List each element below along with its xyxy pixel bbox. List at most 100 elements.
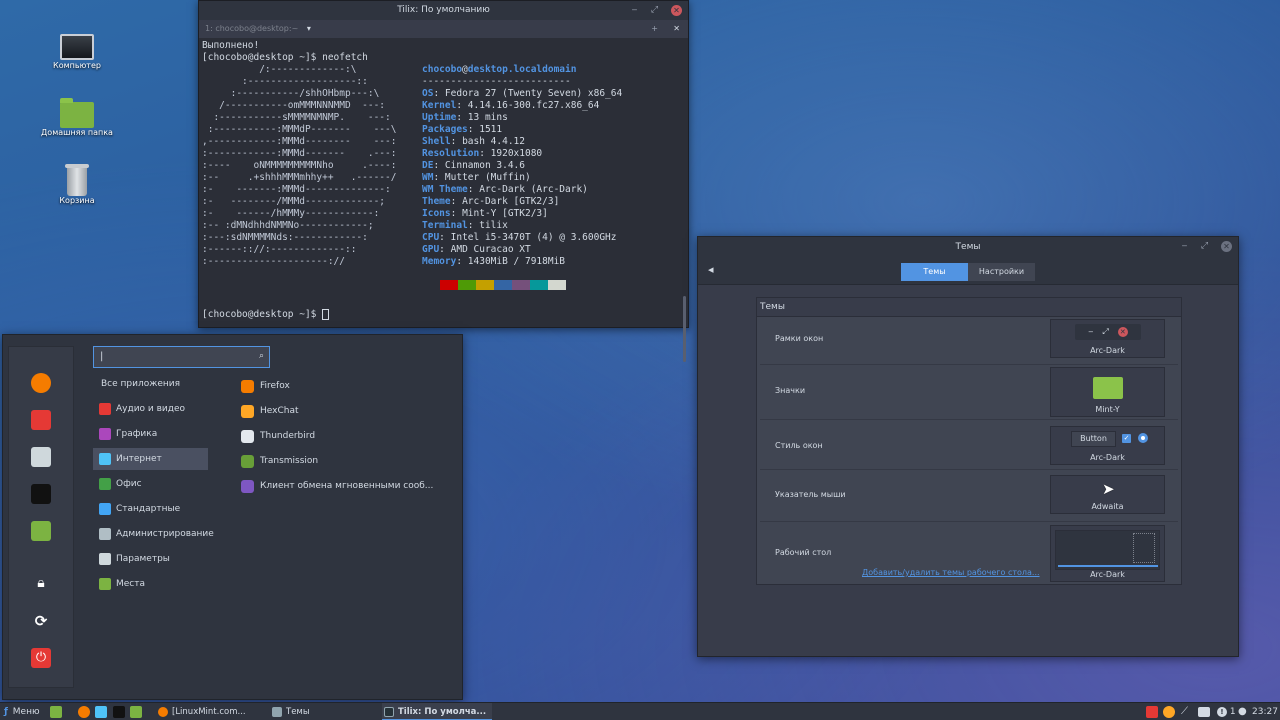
maximize-icon[interactable]: ⤢	[1199, 241, 1210, 252]
settings-icon[interactable]	[31, 447, 51, 467]
desktop-icon-trash[interactable]: Корзина	[32, 164, 122, 205]
add-remove-desktop-themes-link[interactable]: Добавить/удалить темы рабочего стола...	[862, 568, 1040, 577]
terminal-window[interactable]: Tilix: По умолчанию ‒ ⤢ ✕ 1: chocobo@des…	[198, 0, 689, 362]
category-icon	[99, 503, 111, 515]
menu-category[interactable]: Администрирование	[93, 523, 214, 545]
terminal-icon	[384, 707, 394, 717]
logout-icon[interactable]: ⟳	[31, 611, 51, 631]
firefox-icon[interactable]	[31, 373, 51, 393]
icons-chooser[interactable]: Mint-Y	[1050, 367, 1165, 417]
neofetch-info-line: Memory: 1430MiB / 7918MiB	[422, 256, 566, 267]
close-icon[interactable]: ✕	[671, 5, 682, 16]
task-tilix[interactable]: Tilix: По умолча...	[382, 703, 492, 720]
add-tab-icon[interactable]: +	[651, 20, 658, 38]
neofetch-info-line: GPU: AMD Curacao XT	[422, 244, 531, 255]
app-icon	[241, 380, 254, 393]
cursor-chooser[interactable]: ➤ Adwaita	[1050, 475, 1165, 514]
keyboard-icon[interactable]	[1198, 707, 1210, 717]
power-icon[interactable]: ⏻	[31, 648, 51, 668]
clock[interactable]: 23:27	[1252, 703, 1278, 720]
desktop-theme-chooser[interactable]: Arc-Dark	[1050, 525, 1165, 582]
color-swatch	[548, 280, 566, 290]
terminal-output[interactable]: Выполнено! [chocobo@desktop ~]$ neofetch…	[199, 38, 688, 362]
terminal-icon[interactable]	[31, 484, 51, 504]
application-menu[interactable]: 🔒︎ ⟳ ⏻ | ⌕ Все приложения Аудио и видео Гр…	[2, 334, 463, 700]
row-window-borders: Рамки окон ‒ ⤢ ✕ Arc-Dark	[760, 317, 1178, 365]
menu-app-item[interactable]: Thunderbird	[241, 425, 315, 447]
menu-category[interactable]: Все приложения	[93, 373, 208, 395]
menu-category[interactable]: Аудио и видео	[93, 398, 208, 420]
menu-search-input[interactable]: | ⌕	[93, 346, 270, 368]
menu-button[interactable]: ƒ Меню	[4, 703, 40, 720]
minimize-icon[interactable]: ‒	[1179, 241, 1190, 252]
neofetch-info-line: DE: Cinnamon 3.4.6	[422, 160, 525, 171]
app-icon	[241, 455, 254, 468]
terminal-title: Tilix: По умолчанию	[397, 5, 490, 15]
tray-app-icon[interactable]	[1163, 706, 1175, 718]
themes-title: Темы	[955, 242, 981, 252]
logo-line: :-- :dMNdhhdNMMNo------------;	[202, 220, 374, 231]
network-icon[interactable]: ⟋	[1181, 703, 1188, 720]
terminal-launcher-icon[interactable]	[113, 706, 125, 718]
menu-app-item[interactable]: HexChat	[241, 400, 299, 422]
maximize-icon: ⤢	[1102, 327, 1109, 336]
back-arrow-icon[interactable]: ◂	[708, 263, 714, 276]
color-swatch	[422, 280, 440, 290]
firefox-launcher-icon[interactable]	[78, 706, 90, 718]
terminal-tabbar[interactable]: 1: chocobo@desktop:~ ▾ + ✕	[199, 20, 688, 38]
menu-category[interactable]: Интернет	[93, 448, 208, 470]
window-borders-chooser[interactable]: ‒ ⤢ ✕ Arc-Dark	[1050, 319, 1165, 358]
close-tab-icon[interactable]: ✕	[673, 20, 680, 38]
menu-category[interactable]: Места	[93, 573, 208, 595]
show-desktop-icon[interactable]	[50, 706, 62, 718]
user-icon[interactable]: ●	[1238, 703, 1247, 720]
themes-app-icon	[272, 707, 282, 717]
menu-category[interactable]: Офис	[93, 473, 208, 495]
minimize-icon: ‒	[1088, 327, 1094, 336]
maximize-icon[interactable]: ⤢	[649, 5, 660, 16]
menu-app-item[interactable]: Transmission	[241, 450, 318, 472]
color-swatches	[422, 280, 622, 290]
terminal-titlebar[interactable]: Tilix: По умолчанию ‒ ⤢ ✕	[199, 1, 688, 20]
menu-category[interactable]: Графика	[93, 423, 208, 445]
software-manager-icon[interactable]	[31, 410, 51, 430]
logo-line: ,------------:MMMd-------- ---:	[202, 136, 397, 147]
menu-app-item[interactable]: Клиент обмена мгновенными сооб...	[241, 475, 433, 497]
logo-line: :-- .+shhhMMMmhhy++ .------/	[202, 172, 397, 183]
logo-line: :-------------------::	[202, 76, 368, 87]
files-icon[interactable]	[31, 521, 51, 541]
terminal-tab-label[interactable]: 1: chocobo@desktop:~	[205, 24, 298, 33]
minimize-icon[interactable]: ‒	[629, 5, 640, 16]
themes-titlebar[interactable]: Темы ‒ ⤢ ✕	[698, 237, 1238, 257]
terminal-prompt[interactable]: [chocobo@desktop ~]$	[202, 309, 330, 321]
menu-category[interactable]: Стандартные	[93, 498, 208, 520]
chevron-down-icon[interactable]: ▾	[307, 24, 311, 33]
neofetch-info-line: Uptime: 13 mins	[422, 112, 508, 123]
task-themes[interactable]: Темы	[270, 703, 376, 720]
logo-line: :---:sdNMMMMNds:------------:	[202, 232, 368, 243]
task-firefox[interactable]: [LinuxMint.com...	[156, 703, 262, 720]
desktop-icon-home[interactable]: Домашняя папка	[32, 98, 122, 137]
tab-themes[interactable]: Темы	[901, 263, 968, 281]
thunderbird-launcher-icon[interactable]	[95, 706, 107, 718]
controls-chooser[interactable]: Button ✓ Arc-Dark	[1050, 426, 1165, 465]
category-icon	[99, 428, 111, 440]
desktop-icon-computer[interactable]: Компьютер	[32, 32, 122, 70]
lock-icon[interactable]: 🔒︎	[31, 573, 51, 593]
menu-app-item[interactable]: Firefox	[241, 375, 290, 397]
menu-category[interactable]: Параметры	[93, 548, 208, 570]
category-icon	[99, 453, 111, 465]
close-icon[interactable]: ✕	[1221, 241, 1232, 252]
themes-window[interactable]: Темы ‒ ⤢ ✕ ◂ Темы Настройки Темы Рамки о…	[697, 236, 1239, 657]
files-launcher-icon[interactable]	[130, 706, 142, 718]
update-manager-icon[interactable]	[1146, 706, 1158, 718]
logo-line: :---- oNMMMMMMMMMNho .----:	[202, 160, 397, 171]
neofetch-info-line: Theme: Arc-Dark [GTK2/3]	[422, 196, 560, 207]
notifications-indicator[interactable]: ! 1	[1217, 703, 1236, 720]
terminal-scrollbar[interactable]	[683, 296, 686, 362]
category-icon	[99, 478, 111, 490]
logo-line: :-----------sMMMMNMNMP. ---:	[202, 112, 391, 123]
neofetch-separator: --------------------------	[422, 76, 571, 87]
logo-line: /:-------------:\	[202, 64, 357, 75]
tab-settings[interactable]: Настройки	[968, 263, 1035, 281]
